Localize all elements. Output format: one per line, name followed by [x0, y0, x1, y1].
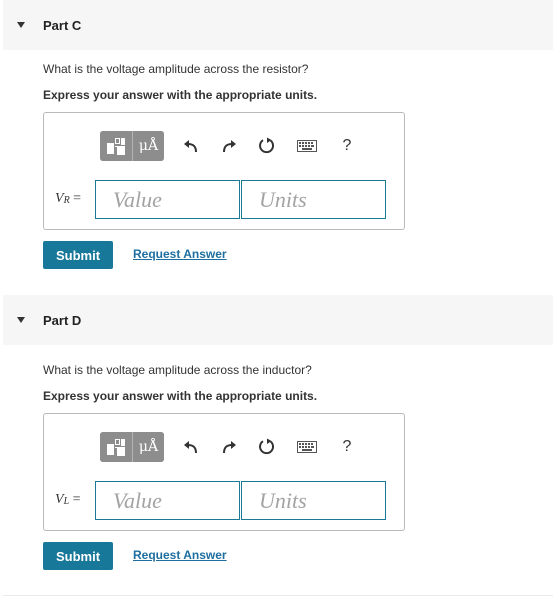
template-symbol-group: μÅ: [100, 131, 164, 161]
question-text: What is the voltage amplitude across the…: [43, 62, 309, 76]
reset-button[interactable]: [248, 432, 286, 462]
submit-button[interactable]: Submit: [43, 241, 113, 269]
question-text: What is the voltage amplitude across the…: [43, 363, 312, 377]
symbols-button[interactable]: μÅ: [132, 432, 164, 462]
keyboard-button[interactable]: [286, 131, 328, 161]
submit-button[interactable]: Submit: [43, 542, 113, 570]
variable-label: VR =: [55, 191, 82, 206]
templates-button[interactable]: [100, 131, 132, 161]
part-d-header[interactable]: Part D: [3, 295, 553, 345]
request-answer-link[interactable]: Request Answer: [133, 247, 227, 261]
symbols-button[interactable]: μÅ: [132, 131, 164, 161]
help-icon: ?: [342, 438, 352, 455]
collapse-caret-icon[interactable]: [17, 317, 25, 323]
value-input[interactable]: Value: [95, 481, 240, 520]
redo-icon: [223, 140, 236, 153]
help-button[interactable]: ?: [328, 131, 366, 161]
part-c-header[interactable]: Part C: [3, 0, 553, 50]
help-button[interactable]: ?: [328, 432, 366, 462]
reset-icon: [259, 137, 275, 154]
request-answer-link[interactable]: Request Answer: [133, 548, 227, 562]
templates-icon: [107, 137, 125, 155]
symbols-icon: μÅ: [138, 138, 159, 154]
value-input[interactable]: Value: [95, 180, 240, 219]
undo-button[interactable]: [172, 131, 210, 161]
math-toolbar: μÅ ?: [100, 432, 366, 462]
template-symbol-group: μÅ: [100, 432, 164, 462]
units-input[interactable]: Units: [241, 481, 386, 520]
part-title: Part C: [43, 17, 82, 33]
answer-box: μÅ: [43, 413, 405, 531]
redo-icon: [223, 441, 236, 454]
part-title: Part D: [43, 312, 82, 328]
keyboard-button[interactable]: [286, 432, 328, 462]
keyboard-icon: [297, 140, 317, 152]
instruction-text: Express your answer with the appropriate…: [43, 389, 318, 403]
templates-icon: [107, 438, 125, 456]
symbols-icon: μÅ: [138, 439, 159, 455]
math-toolbar: μÅ ?: [100, 131, 366, 161]
reset-button[interactable]: [248, 131, 286, 161]
instruction-text: Express your answer with the appropriate…: [43, 88, 318, 102]
help-icon: ?: [342, 137, 352, 154]
collapse-caret-icon[interactable]: [17, 22, 25, 28]
keyboard-icon: [297, 441, 317, 453]
undo-icon: [184, 140, 197, 153]
redo-button[interactable]: [210, 131, 248, 161]
undo-icon: [184, 441, 197, 454]
undo-button[interactable]: [172, 432, 210, 462]
divider: [3, 595, 553, 596]
templates-button[interactable]: [100, 432, 132, 462]
units-input[interactable]: Units: [241, 180, 386, 219]
answer-box: μÅ: [43, 112, 405, 230]
variable-label: VL =: [55, 492, 81, 507]
reset-icon: [259, 438, 275, 455]
redo-button[interactable]: [210, 432, 248, 462]
